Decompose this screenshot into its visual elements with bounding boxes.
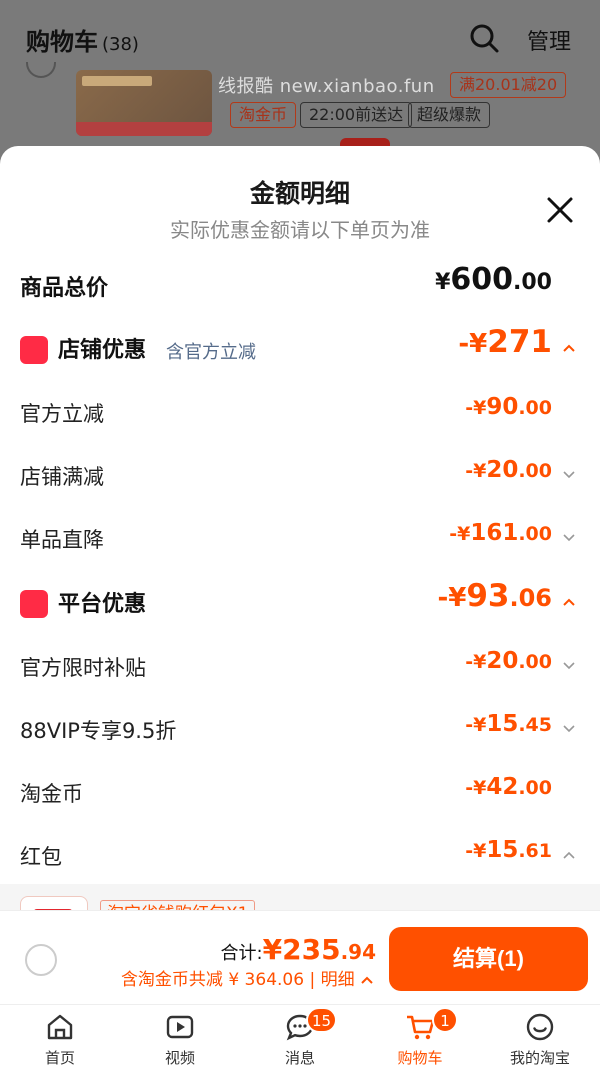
sum-label: 合计:: [220, 943, 263, 964]
discount-detail-link[interactable]: 含淘金币共减 ¥ 364.06 | 明细: [121, 965, 374, 990]
cart-page-title: 购物车 (38): [26, 28, 139, 56]
tab-home[interactable]: 首页: [0, 1005, 120, 1070]
total-sum: 合计:¥235.94: [221, 933, 376, 966]
chevron-down-icon[interactable]: [562, 660, 576, 672]
home-icon: [47, 1014, 73, 1040]
store-icon: [20, 336, 48, 364]
product-tag: 淘金币: [230, 102, 297, 128]
total-price-row: 商品总价 ¥600.00: [0, 260, 600, 310]
chevron-up-icon[interactable]: [562, 849, 576, 861]
chevron-up-icon[interactable]: [562, 596, 576, 608]
product-thumbnail[interactable]: [76, 70, 212, 136]
bottom-tab-bar: 首页 视频 消息 15 购物车 1 我的淘宝: [0, 1004, 600, 1070]
discount-item-value: -¥20.00: [465, 457, 552, 483]
watermark-text: 线报酷 new.xianbao.fun: [218, 76, 435, 97]
discount-item-row[interactable]: 88VIP专享9.5折 -¥15.45: [0, 705, 600, 755]
discount-item-value: -¥161.00: [449, 520, 552, 546]
store-discount-note: 含官方立减: [166, 342, 256, 363]
chevron-down-icon[interactable]: [562, 532, 576, 544]
select-all-radio[interactable]: [25, 944, 57, 976]
cart-badge: 1: [432, 1007, 458, 1033]
platform-discount-label: 平台优惠: [58, 592, 147, 617]
store-discount-row[interactable]: 店铺优惠 含官方立减 -¥271: [0, 324, 600, 374]
sheet-subtitle: 实际优惠金额请以下单页为准: [170, 218, 430, 242]
product-tag: 22:00前送达: [300, 102, 413, 128]
total-price-label: 商品总价: [20, 276, 109, 301]
discount-item-row: 官方立减 -¥90.00: [20, 394, 552, 426]
tab-cart[interactable]: 购物车 1: [360, 1005, 480, 1070]
chevron-down-icon[interactable]: [562, 723, 576, 735]
chevron-down-icon[interactable]: [562, 469, 576, 481]
tab-profile[interactable]: 我的淘宝: [480, 1005, 600, 1070]
cart-icon: [407, 1015, 435, 1040]
checkout-button[interactable]: 结算(1): [389, 927, 588, 991]
discount-item-row[interactable]: 红包 -¥15.61: [0, 831, 600, 881]
discount-item-value: -¥15.45: [465, 711, 552, 737]
background-cart-page: 购物车 (38) 管理 线报酷 new.xianbao.fun 满20.01减20…: [0, 0, 600, 160]
discount-item-row[interactable]: 店铺满减 -¥20.00: [0, 451, 600, 501]
discount-item-value: -¥20.00: [465, 648, 552, 674]
close-icon[interactable]: [542, 192, 578, 228]
discount-item-value: -¥42.00: [465, 774, 552, 800]
promo-tag: 满20.01减20: [450, 72, 567, 98]
cart-count: (38): [102, 34, 139, 55]
sheet-title: 金额明细: [249, 179, 350, 208]
product-tag: 超级爆款: [408, 102, 491, 128]
discount-item-row[interactable]: 单品直降 -¥161.00: [0, 514, 600, 564]
message-badge: 15: [306, 1007, 338, 1033]
discount-item-row[interactable]: 官方限时补贴 -¥20.00: [0, 642, 600, 692]
item-select-radio[interactable]: [26, 62, 56, 78]
platform-discount-value: -¥93.06: [437, 578, 552, 614]
manage-button[interactable]: 管理: [527, 24, 571, 56]
checkout-bar: 合计:¥235.94 含淘金币共减 ¥ 364.06 | 明细 结算(1): [0, 910, 600, 1004]
discount-item-value: -¥90.00: [465, 394, 552, 420]
total-price-value: ¥600.00: [435, 262, 552, 297]
discount-item-row: 淘金币 -¥42.00: [20, 774, 552, 806]
store-discount-label: 店铺优惠: [58, 338, 147, 363]
tab-video[interactable]: 视频: [120, 1005, 240, 1070]
tab-message[interactable]: 消息 15: [240, 1005, 360, 1070]
store-discount-value: -¥271: [458, 324, 552, 360]
platform-discount-row[interactable]: 平台优惠 -¥93.06: [0, 578, 600, 628]
discount-item-value: -¥15.61: [465, 837, 552, 863]
chevron-up-icon[interactable]: [562, 342, 576, 354]
sum-price: ¥235.94: [262, 933, 376, 966]
chevron-up-icon: [361, 976, 373, 984]
platform-icon: [20, 590, 48, 618]
profile-icon: [526, 1013, 554, 1041]
video-icon: [166, 1015, 194, 1039]
search-icon[interactable]: [468, 22, 500, 54]
